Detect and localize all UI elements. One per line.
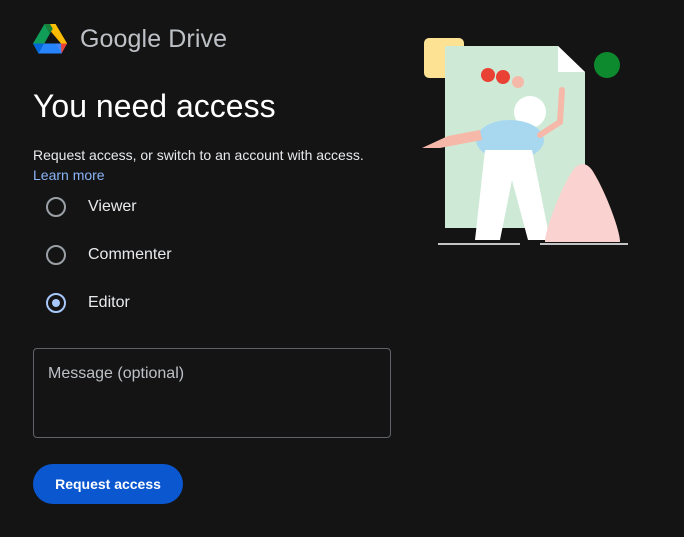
- message-field[interactable]: [33, 348, 391, 438]
- role-option-commenter[interactable]: Commenter: [46, 245, 172, 265]
- role-label-commenter: Commenter: [88, 246, 172, 263]
- brand-name: Google Drive: [80, 24, 228, 53]
- page-title: You need access: [33, 88, 276, 124]
- radio-viewer[interactable]: [46, 197, 66, 217]
- access-illustration: [422, 38, 628, 245]
- header-logo: Google Drive: [33, 24, 227, 54]
- radio-editor[interactable]: [46, 293, 66, 313]
- learn-more-link[interactable]: Learn more: [33, 167, 105, 183]
- google-drive-logo-icon: [33, 24, 67, 54]
- radio-commenter[interactable]: [46, 245, 66, 265]
- subtitle-text: Request access, or switch to an account …: [33, 147, 364, 163]
- role-option-viewer[interactable]: Viewer: [46, 197, 137, 217]
- role-label-editor: Editor: [88, 294, 130, 311]
- role-option-editor[interactable]: Editor: [46, 293, 130, 313]
- role-label-viewer: Viewer: [88, 198, 137, 215]
- request-access-button[interactable]: Request access: [33, 464, 183, 504]
